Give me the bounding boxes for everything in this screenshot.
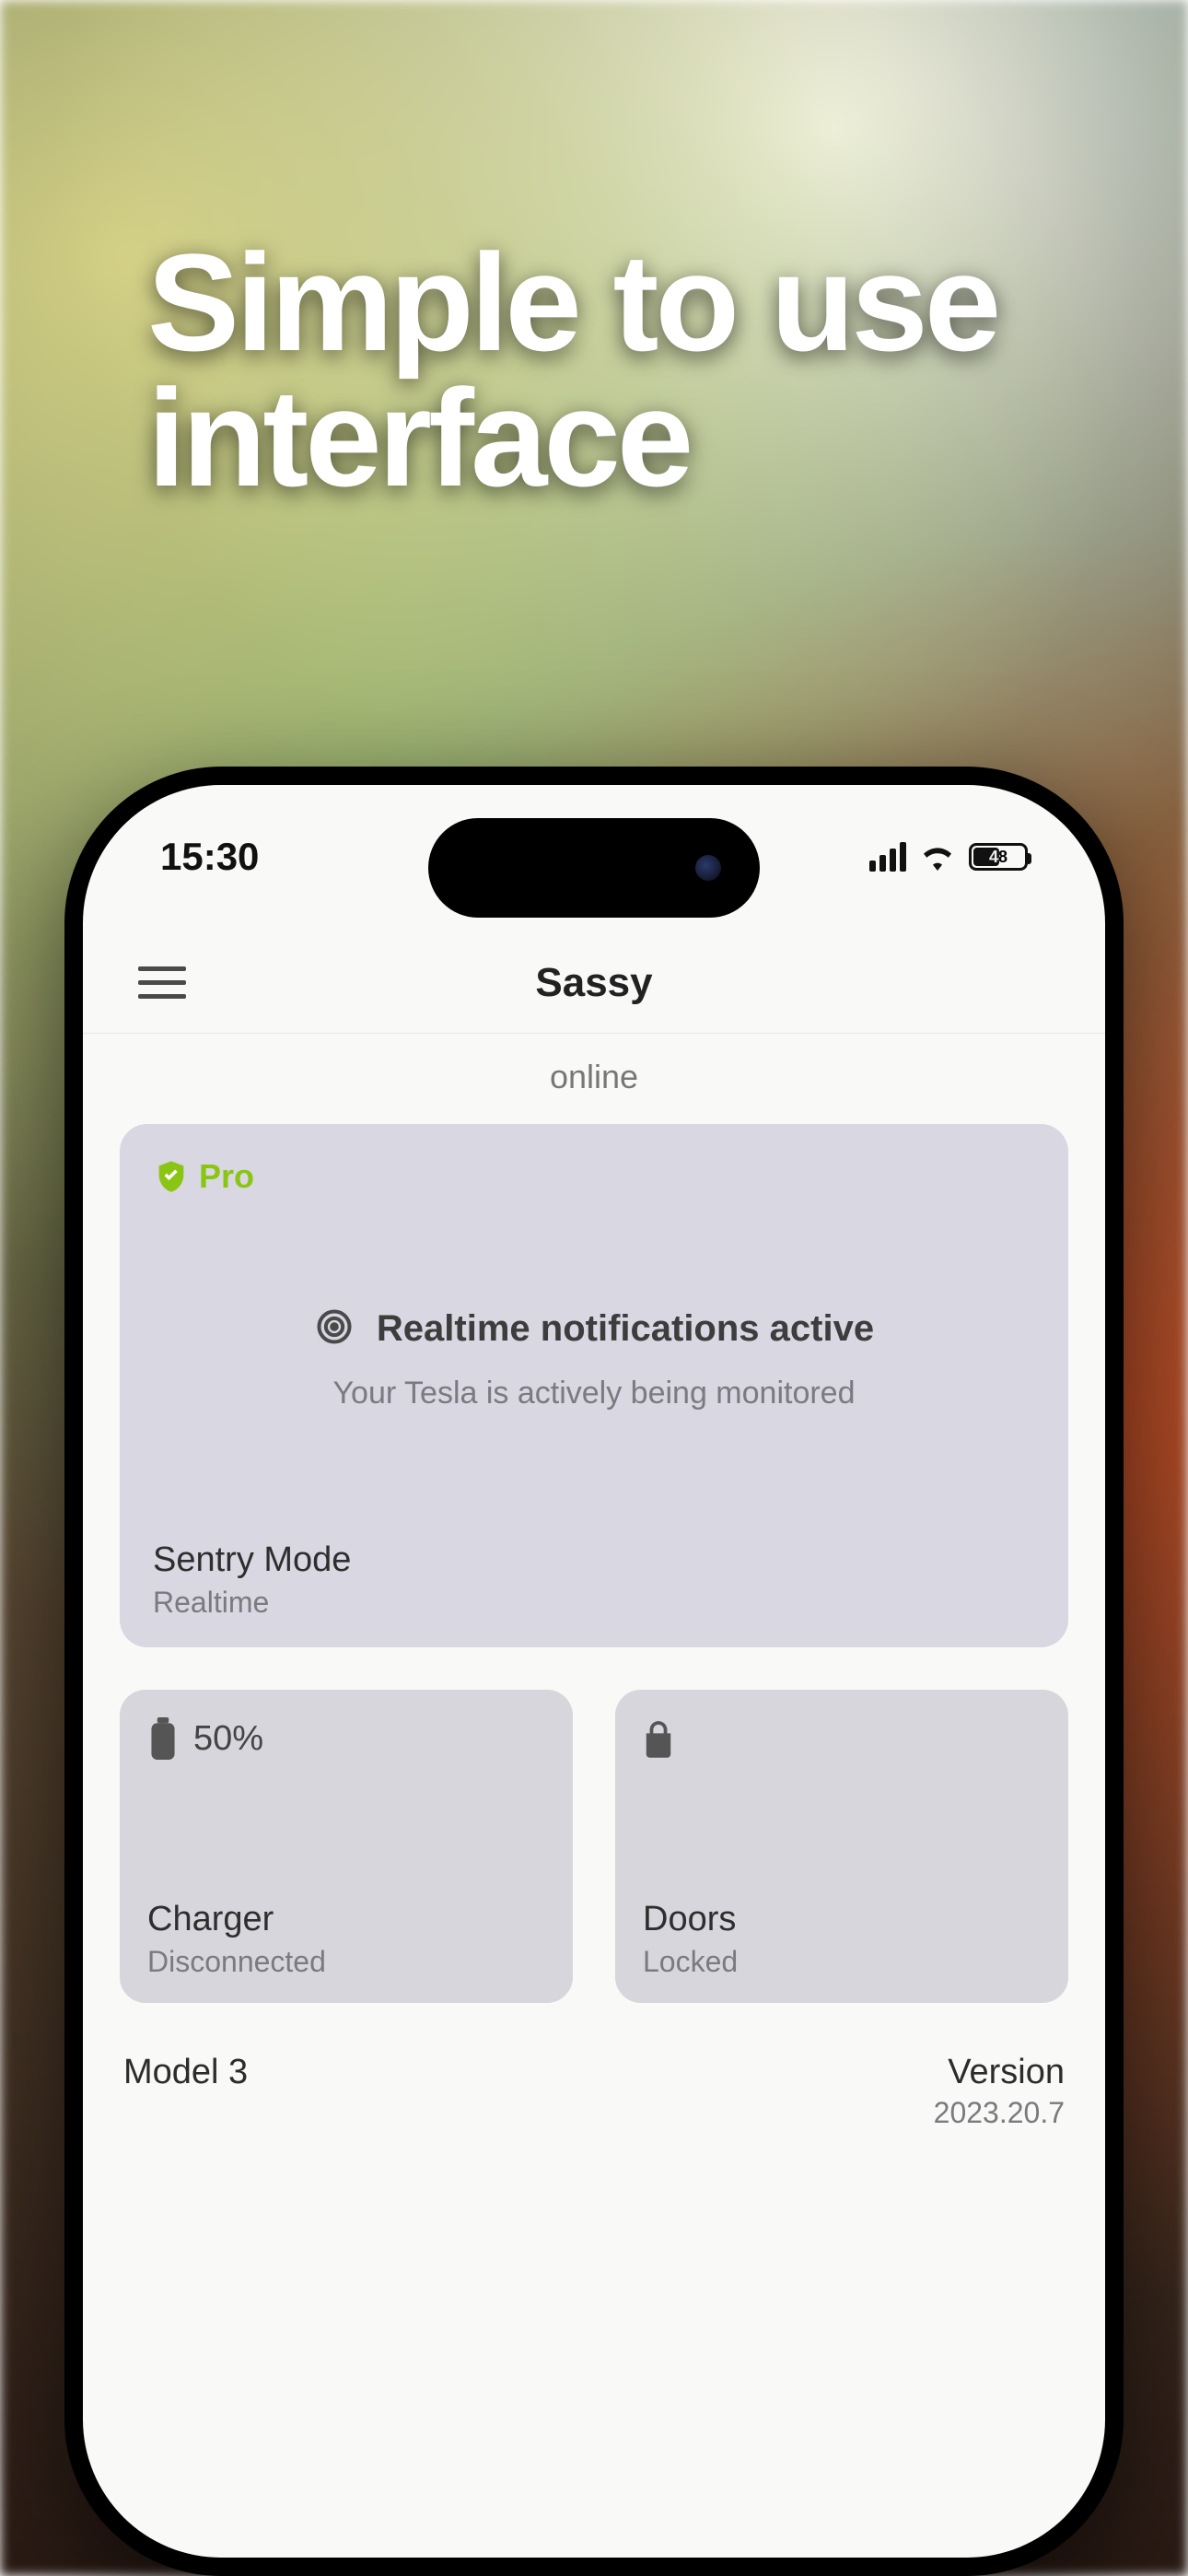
app-title: Sassy	[535, 960, 652, 1006]
footer-row: Model 3 Version 2023.20.7	[83, 2003, 1105, 2130]
doors-card[interactable]: Doors Locked	[615, 1690, 1068, 2003]
sentry-subtitle: Your Tesla is actively being monitored	[162, 1376, 1026, 1411]
sentry-card[interactable]: Pro Realtime notifications active Your T…	[120, 1124, 1068, 1647]
promo-headline-line2: interface	[147, 370, 997, 506]
phone-frame: 15:30 48 Sassy online	[64, 767, 1124, 2576]
pro-badge: Pro	[153, 1157, 1035, 1196]
doors-title: Doors	[643, 1900, 1041, 1939]
battery-percent: 48	[972, 846, 1025, 868]
wifi-icon	[919, 843, 956, 871]
sentry-title: Realtime notifications active	[377, 1308, 874, 1350]
phone-screen: 15:30 48 Sassy online	[83, 785, 1105, 2558]
charger-card[interactable]: 50% Charger Disconnected	[120, 1690, 573, 2003]
charger-title: Charger	[147, 1900, 545, 1939]
app-header: Sassy	[83, 932, 1105, 1034]
pro-badge-label: Pro	[199, 1157, 254, 1196]
dynamic-island	[428, 818, 760, 918]
sentry-footer-sub: Realtime	[153, 1586, 1035, 1620]
menu-button[interactable]	[138, 955, 193, 1011]
target-icon	[314, 1306, 355, 1352]
vehicle-model: Model 3	[123, 2053, 248, 2092]
version-label: Version	[934, 2053, 1065, 2092]
charger-sub: Disconnected	[147, 1945, 545, 1979]
battery-indicator: 48	[969, 843, 1028, 871]
connection-status: online	[83, 1034, 1105, 1124]
status-time: 15:30	[160, 835, 259, 879]
doors-sub: Locked	[643, 1945, 1041, 1979]
promo-headline-line1: Simple to use	[147, 235, 997, 370]
cellular-signal-icon	[869, 842, 906, 872]
app-content: Sassy online Pro	[83, 932, 1105, 2558]
battery-icon	[147, 1717, 179, 1760]
promo-headline: Simple to use interface	[147, 235, 997, 506]
lock-icon	[643, 1717, 674, 1760]
charger-value: 50%	[193, 1719, 263, 1759]
shield-check-icon	[153, 1158, 190, 1195]
version-value: 2023.20.7	[934, 2096, 1065, 2130]
sentry-footer-title: Sentry Mode	[153, 1540, 1035, 1580]
